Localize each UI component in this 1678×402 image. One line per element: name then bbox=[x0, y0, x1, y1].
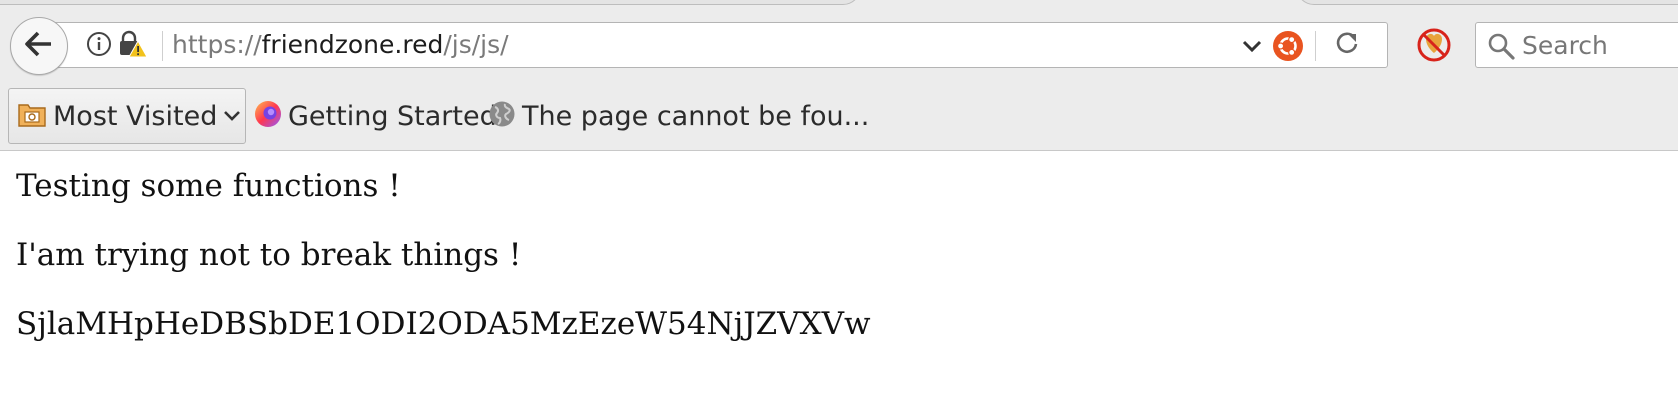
most-visited-button[interactable]: Most Visited bbox=[8, 88, 246, 144]
most-visited-label: Most Visited bbox=[53, 100, 218, 132]
bookmark-label: Getting Started bbox=[288, 100, 497, 132]
url-domain: friendzone.red bbox=[261, 30, 444, 59]
url-bar[interactable]: https://friendzone.red/js/js/ bbox=[44, 22, 1388, 68]
chevron-down-icon bbox=[223, 107, 241, 126]
url-scheme: https:// bbox=[172, 30, 262, 59]
inactive-tab-edge[interactable] bbox=[1296, 0, 1678, 5]
url-separator bbox=[162, 31, 163, 61]
url-separator bbox=[1315, 31, 1316, 61]
ubuntu-icon[interactable] bbox=[1271, 29, 1305, 63]
bookmarks-toolbar: Most Visited Getting Started The page ca… bbox=[0, 86, 1678, 146]
firefox-icon bbox=[254, 100, 282, 132]
chevron-down-icon[interactable] bbox=[1239, 33, 1265, 59]
bookmark-label: The page cannot be fou... bbox=[522, 100, 870, 132]
folder-icon bbox=[17, 99, 47, 133]
bookmark-page-not-found[interactable]: The page cannot be fou... bbox=[488, 88, 869, 144]
browser-chrome: https://friendzone.red/js/js/ Search Mos… bbox=[0, 0, 1678, 151]
url-path: /js/js/ bbox=[443, 30, 509, 59]
navigation-toolbar: https://friendzone.red/js/js/ bbox=[0, 14, 1678, 76]
info-icon[interactable] bbox=[85, 30, 113, 62]
search-input[interactable] bbox=[1522, 25, 1678, 65]
page-text-line: Testing some functions ! bbox=[16, 168, 401, 204]
site-identity[interactable] bbox=[85, 29, 148, 63]
reload-button[interactable] bbox=[1327, 29, 1367, 63]
search-box[interactable] bbox=[1475, 22, 1678, 68]
search-icon bbox=[1486, 31, 1516, 61]
encoded-string: SjlaMHpHeDBSbDE1ODI2ODA5MzEzeW54NjJZVXVw bbox=[16, 306, 871, 342]
lock-warning-icon[interactable] bbox=[116, 29, 148, 63]
globe-icon bbox=[488, 100, 516, 132]
url-text[interactable]: https://friendzone.red/js/js/ bbox=[172, 23, 509, 67]
page-text-line: I'am trying not to break things ! bbox=[16, 237, 522, 273]
reload-icon bbox=[1334, 31, 1360, 61]
bookmark-getting-started[interactable]: Getting Started bbox=[254, 88, 497, 144]
back-button[interactable] bbox=[10, 17, 68, 75]
active-tab-edge[interactable] bbox=[0, 0, 861, 5]
back-arrow-icon bbox=[24, 30, 54, 62]
blocked-addon-icon[interactable] bbox=[1415, 26, 1453, 64]
